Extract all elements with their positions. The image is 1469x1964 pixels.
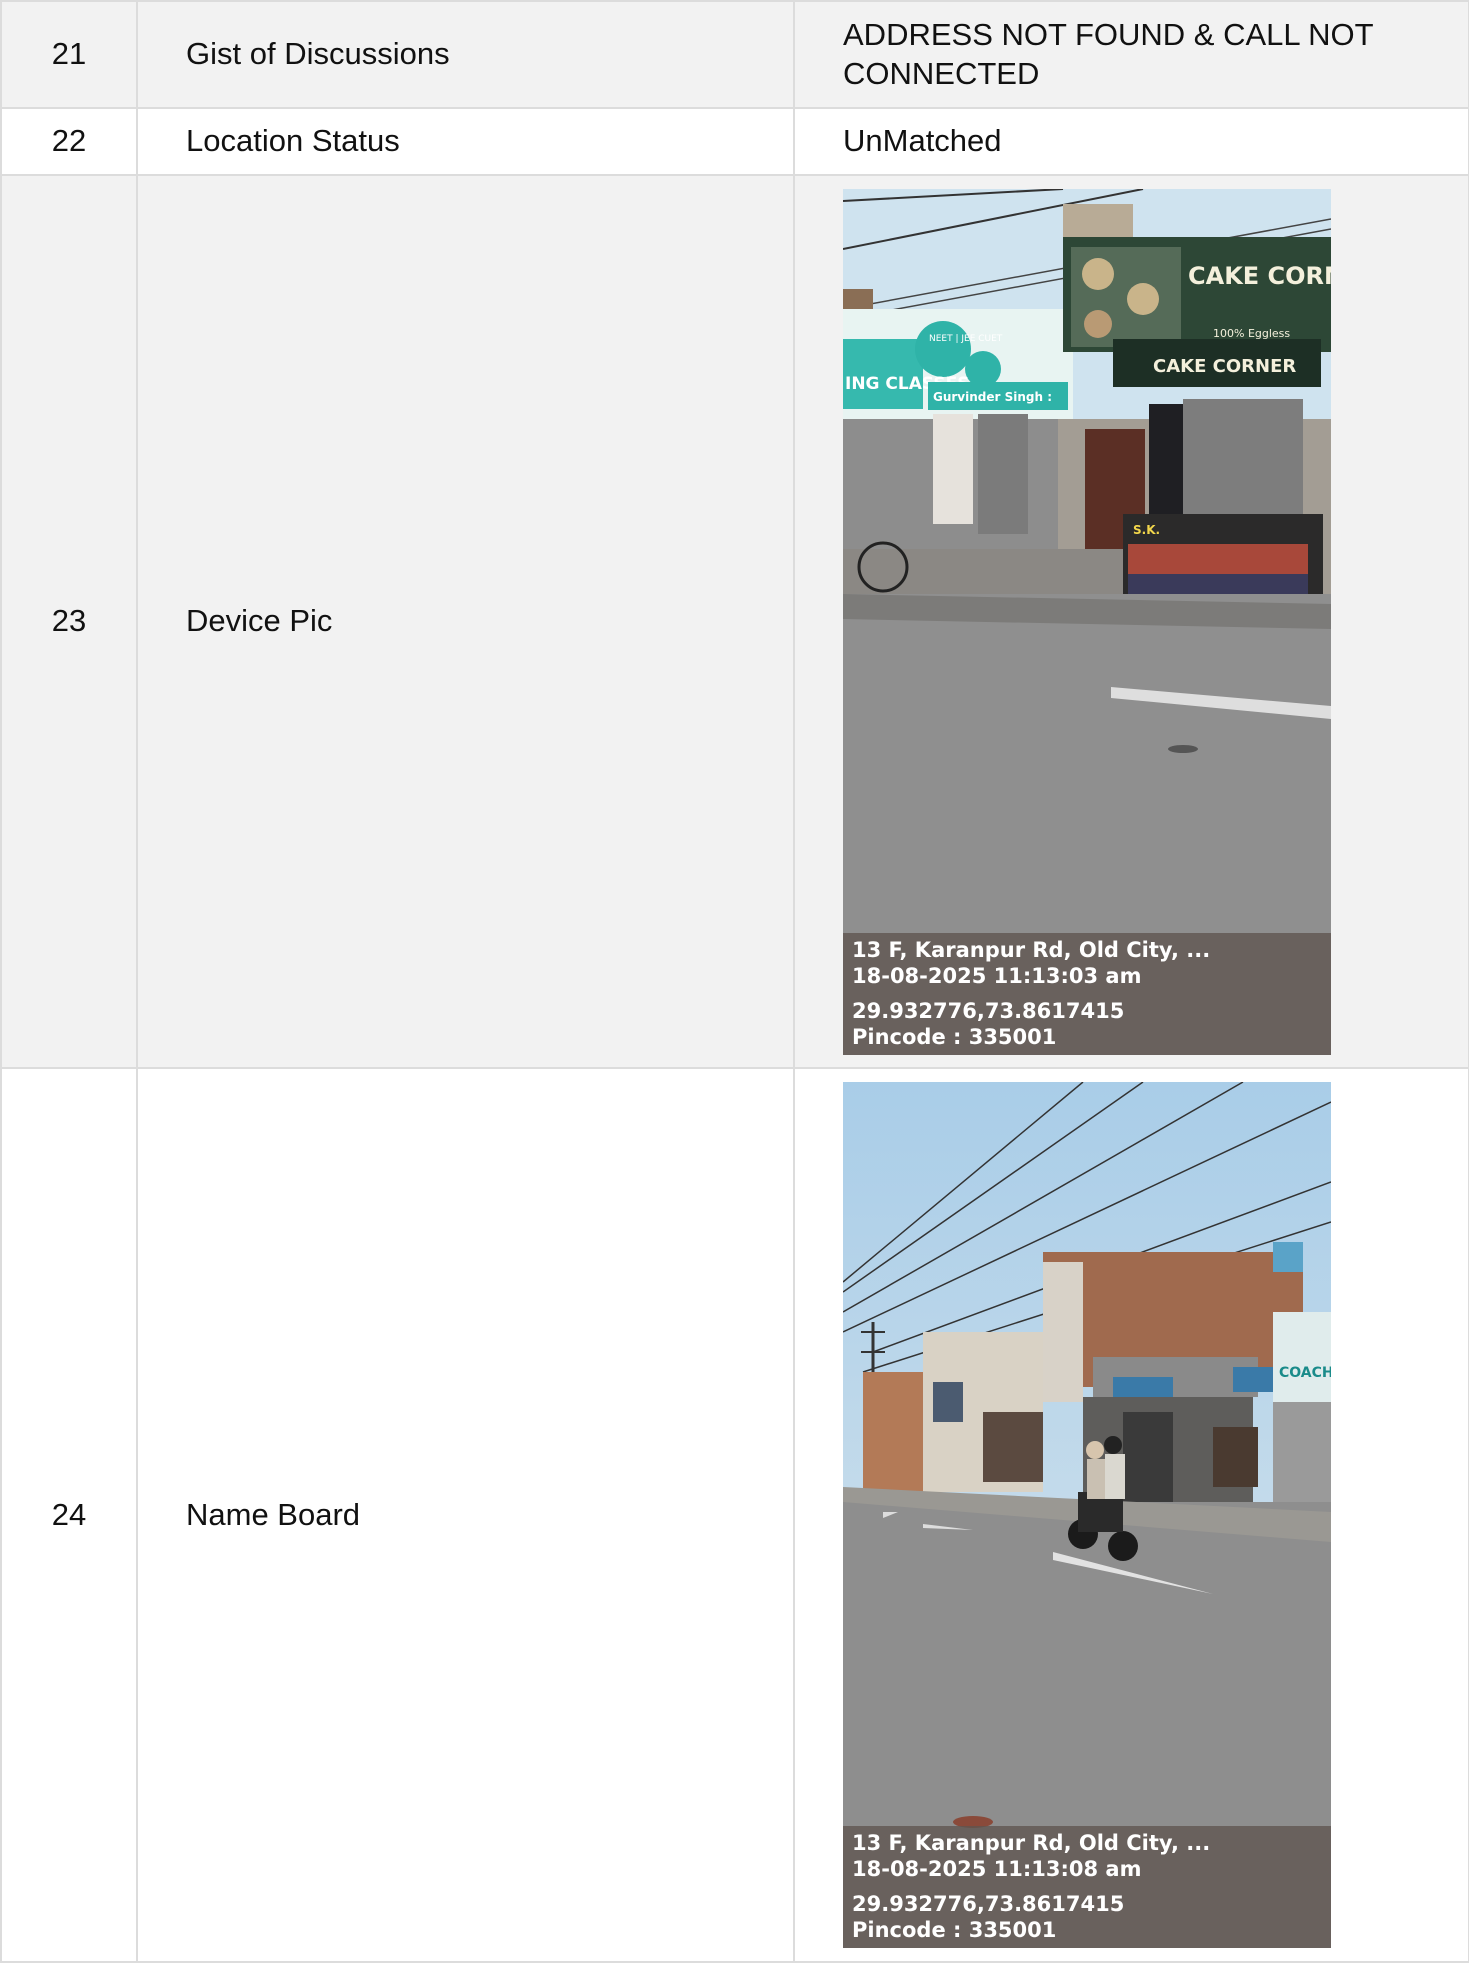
- cake-corner-sign-text: CAKE CORNER: [1188, 262, 1331, 290]
- field-label: Name Board: [136, 1067, 795, 1963]
- geotag-pincode: Pincode : 335001: [852, 1024, 1057, 1049]
- table-row: 23 Device Pic NEET | JEE CUET ING CLASSE…: [0, 174, 1469, 1069]
- storefront-photo-image: NEET | JEE CUET ING CLASSES Gurvinder Si…: [843, 188, 1331, 1055]
- photo-cell: NEET | JEE CUET ING CLASSES Gurvinder Si…: [793, 174, 1469, 1069]
- details-table: 21 Gist of Discussions ADDRESS NOT FOUND…: [0, 0, 1469, 1963]
- sk-hotel-sign-text: S.K.: [1133, 523, 1160, 537]
- row-number: 22: [0, 107, 138, 176]
- table-row: 22 Location Status UnMatched: [0, 107, 1469, 176]
- geotag-timestamp: 18-08-2025 11:13:08 am: [852, 1857, 1142, 1881]
- eggless-sign-text: 100% Eggless: [1213, 327, 1290, 340]
- name-sign-text: Gurvinder Singh :: [933, 390, 1052, 404]
- field-label: Device Pic: [136, 174, 795, 1069]
- geotag-overlay: 13 F, Karanpur Rd, Old City, ... 18-08-2…: [843, 1826, 1331, 1948]
- geotag-pincode: Pincode : 335001: [852, 1918, 1057, 1942]
- row-number: 21: [0, 0, 138, 109]
- geotag-address: 13 F, Karanpur Rd, Old City, ...: [852, 1831, 1211, 1855]
- table-row: 21 Gist of Discussions ADDRESS NOT FOUND…: [0, 0, 1469, 109]
- street-photo-image: COACHIN: [843, 1082, 1331, 1948]
- geotag-overlay: 13 F, Karanpur Rd, Old City, ... 18-08-2…: [843, 932, 1331, 1055]
- photo-cell: COACHIN: [793, 1067, 1469, 1963]
- device-photo[interactable]: NEET | JEE CUET ING CLASSES Gurvinder Si…: [843, 188, 1331, 1055]
- neet-sign-text: NEET | JEE CUET: [929, 334, 1003, 344]
- row-number: 24: [0, 1067, 138, 1963]
- coaching-sign-text: COACHIN: [1279, 1365, 1331, 1381]
- cake-corner-lower-sign-text: CAKE CORNER: [1153, 356, 1296, 377]
- name-board-photo[interactable]: COACHIN: [843, 1082, 1331, 1948]
- geotag-coordinates: 29.932776,73.8617415: [852, 998, 1125, 1023]
- geotag-address: 13 F, Karanpur Rd, Old City, ...: [852, 937, 1211, 962]
- field-label: Location Status: [136, 107, 795, 176]
- row-number: 23: [0, 174, 138, 1069]
- geotag-coordinates: 29.932776,73.8617415: [852, 1892, 1125, 1916]
- geotag-timestamp: 18-08-2025 11:13:03 am: [852, 963, 1142, 988]
- field-label: Gist of Discussions: [136, 0, 795, 109]
- field-value: UnMatched: [793, 107, 1469, 176]
- table-row: 24 Name Board COACH 13 F, Karanpur Rd, O…: [0, 1067, 1469, 1963]
- field-value: ADDRESS NOT FOUND & CALL NOT CONNECTED: [793, 0, 1469, 109]
